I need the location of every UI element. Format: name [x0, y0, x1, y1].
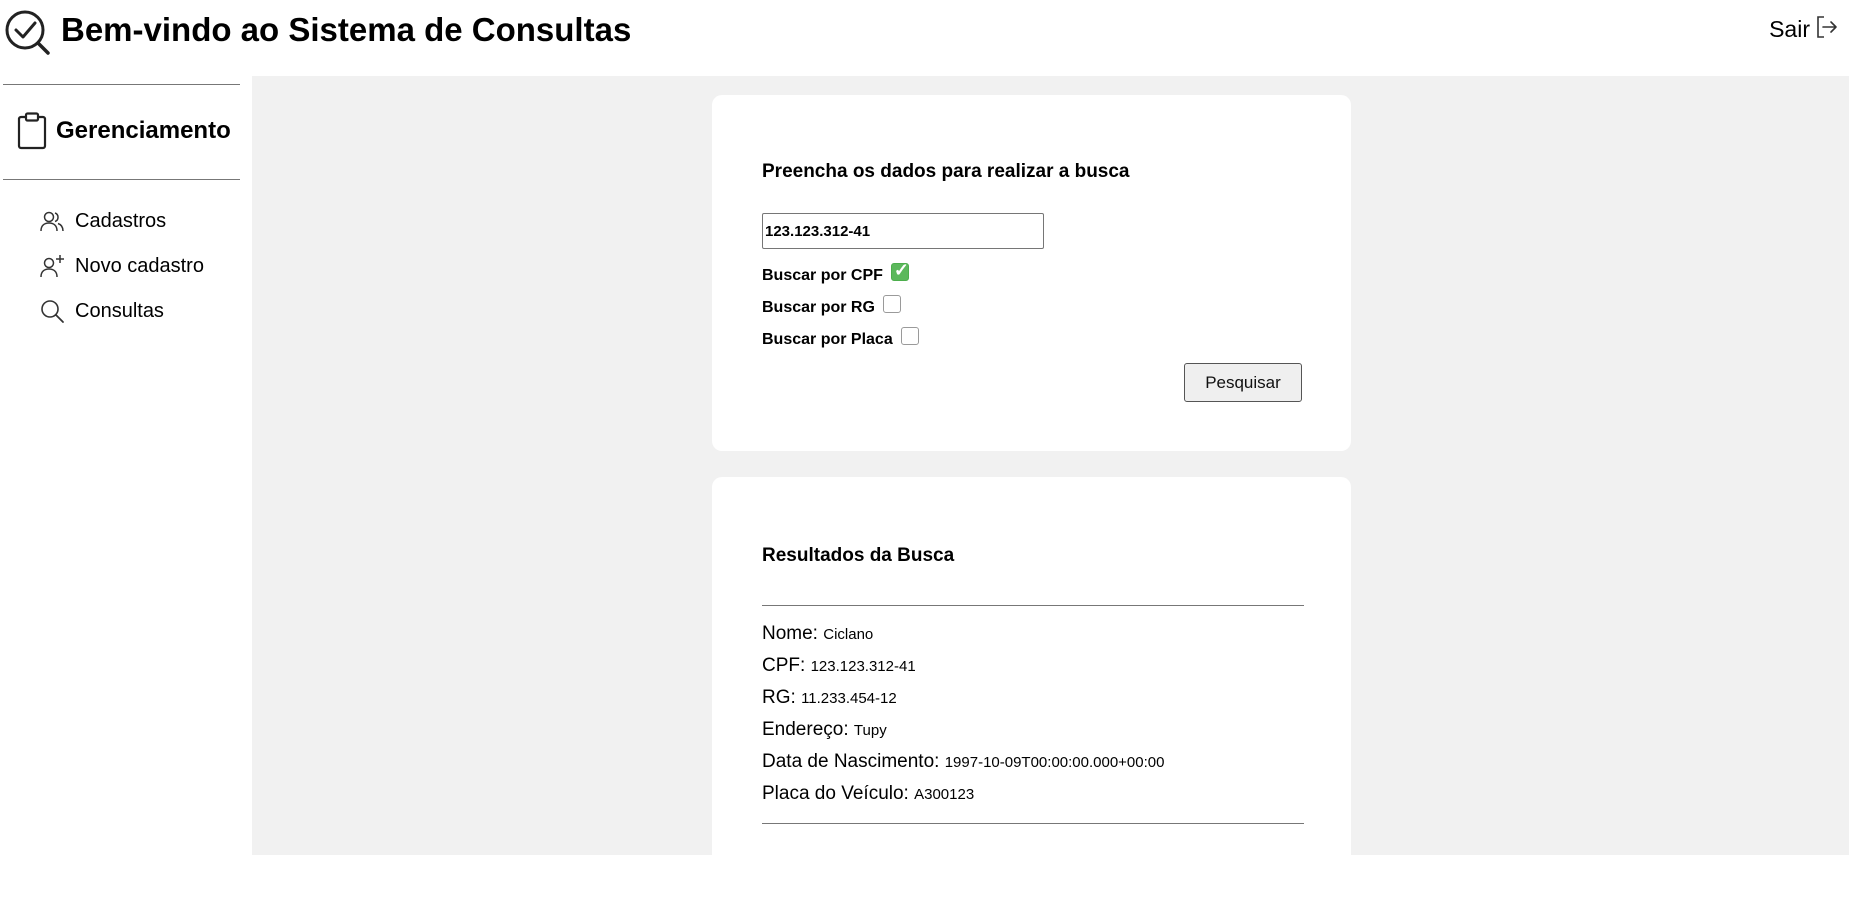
main-content: Preencha os dados para realizar a busca … — [252, 76, 1849, 897]
result-data-nascimento: Data de Nascimento: 1997-10-09T00:00:00.… — [762, 751, 1164, 773]
sidebar-section-header: Gerenciamento — [16, 112, 231, 150]
option-cpf: Buscar por CPF — [762, 260, 909, 285]
field-value: 123.123.312-41 — [810, 658, 916, 675]
sidebar-item-label: Cadastros — [75, 209, 167, 232]
search-button[interactable]: Pesquisar — [1184, 363, 1302, 402]
rg-checkbox[interactable] — [882, 295, 901, 313]
sidebar: Gerenciamento Cadastros Novo cadastro Co… — [0, 76, 252, 855]
field-label: Data de Nascimento: — [762, 751, 940, 772]
sidebar-section-title: Gerenciamento — [56, 117, 231, 144]
option-label: Buscar por CPF — [762, 267, 883, 284]
sidebar-divider — [3, 84, 240, 85]
field-value: Tupy — [853, 722, 887, 739]
results-divider — [762, 605, 1304, 606]
field-label: Nome: — [762, 623, 818, 644]
result-cpf: CPF: 123.123.312-41 — [762, 655, 916, 677]
sidebar-item-label: Novo cadastro — [75, 254, 204, 277]
search-icon — [41, 300, 64, 323]
logout-button[interactable]: Sair — [1769, 15, 1838, 43]
search-heading: Preencha os dados para realizar a busca — [762, 161, 1130, 182]
field-value: A300123 — [914, 786, 975, 803]
app-header: Bem-vindo ao Sistema de Consultas Sair — [0, 0, 1849, 76]
logout-icon — [1817, 15, 1837, 38]
search-input[interactable] — [762, 213, 1044, 249]
sidebar-item-label: Consultas — [75, 299, 164, 322]
sidebar-item-cadastros[interactable]: Cadastros — [39, 208, 166, 234]
result-placa: Placa do Veículo: A300123 — [762, 783, 974, 805]
placa-checkbox[interactable] — [900, 327, 919, 345]
option-label: Buscar por RG — [762, 299, 875, 316]
result-nome: Nome: Ciclano — [762, 623, 873, 645]
option-rg: Buscar por RG — [762, 295, 901, 317]
option-placa: Buscar por Placa — [762, 327, 919, 349]
logout-label: Sair — [1769, 16, 1810, 42]
sidebar-divider — [3, 179, 240, 180]
results-card: Resultados da Busca Nome: Ciclano CPF: 1… — [712, 477, 1351, 897]
result-rg: RG: 11.233.454-12 — [762, 687, 897, 709]
results-heading: Resultados da Busca — [762, 545, 955, 566]
sidebar-item-novo-cadastro[interactable]: Novo cadastro — [39, 253, 204, 279]
field-label: Placa do Veículo: — [762, 783, 909, 804]
field-label: Endereço: — [762, 719, 849, 740]
clipboard-icon — [17, 112, 47, 150]
field-value: 1997-10-09T00:00:00.000+00:00 — [944, 754, 1165, 771]
search-check-icon — [5, 10, 50, 55]
cpf-checkbox[interactable] — [890, 260, 909, 281]
results-divider — [762, 823, 1304, 824]
result-endereco: Endereço: Tupy — [762, 719, 887, 741]
field-label: RG: — [762, 687, 796, 708]
users-icon — [40, 211, 64, 232]
field-value: Ciclano — [823, 626, 874, 643]
user-plus-icon — [40, 255, 64, 278]
app-title: Bem-vindo ao Sistema de Consultas — [61, 11, 632, 48]
sidebar-item-consultas[interactable]: Consultas — [39, 298, 164, 324]
search-card: Preencha os dados para realizar a busca … — [712, 95, 1351, 451]
field-label: CPF: — [762, 655, 806, 676]
option-label: Buscar por Placa — [762, 331, 893, 348]
field-value: 11.233.454-12 — [801, 690, 897, 707]
